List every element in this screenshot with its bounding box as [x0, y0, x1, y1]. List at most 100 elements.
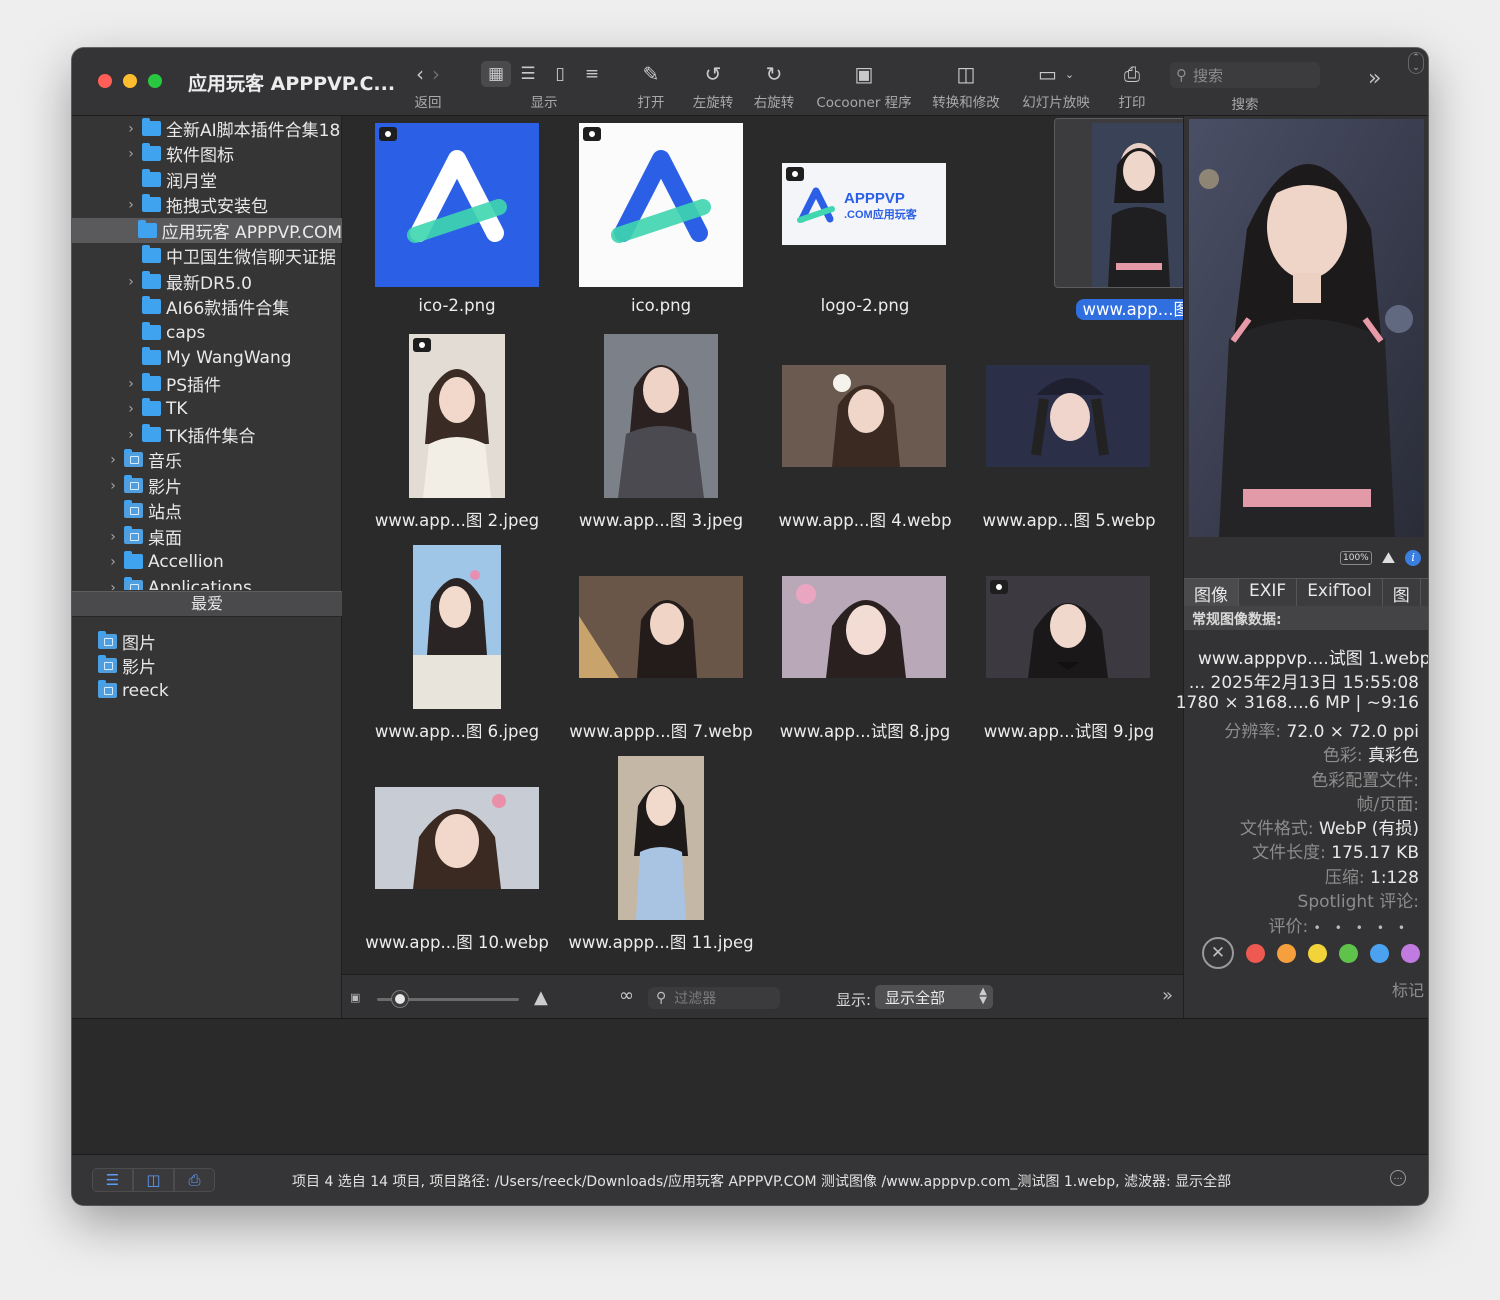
thumbnail-item[interactable]: APPPVP .COM应用玩客 logo-2.png: [750, 116, 950, 327]
label-yellow[interactable]: [1308, 943, 1327, 963]
toolbar-toggle-icon[interactable]: ⌃ ⌄: [1408, 52, 1424, 74]
tree-item[interactable]: › PS插件: [72, 371, 342, 396]
thumbnail-item[interactable]: www.app...试图 8.jpg: [750, 538, 950, 749]
tree-item[interactable]: 站点: [72, 498, 342, 523]
tree-item[interactable]: › Applications: [72, 575, 342, 590]
filter-input[interactable]: ⚲ 过滤器: [648, 987, 780, 1009]
tree-item[interactable]: 润月堂: [72, 167, 342, 192]
tree-item[interactable]: › Accellion: [72, 549, 342, 574]
label-orange[interactable]: [1277, 943, 1296, 963]
info-field-spotlight[interactable]: Spotlight 评论:: [1298, 887, 1419, 912]
disclosure-icon[interactable]: ›: [124, 427, 138, 443]
thumbnail-item[interactable]: www.app...试图 9.jpg: [954, 538, 1154, 749]
grid-view-icon[interactable]: ▦: [481, 61, 511, 87]
bottom-bar-overflow-icon[interactable]: »: [1162, 985, 1173, 1006]
disclosure-icon[interactable]: ›: [124, 401, 138, 417]
thumbnail-item[interactable]: ico-2.png: [342, 116, 542, 327]
tab-more[interactable]: 图: [1383, 579, 1421, 606]
tree-item[interactable]: › 全新AI脚本插件合集18: [72, 116, 342, 141]
thumbnail-item-selected[interactable]: www.app...图 1.webp: [954, 116, 1262, 327]
status-more-icon[interactable]: …: [1390, 1170, 1406, 1186]
tree-item[interactable]: › 软件图标: [72, 141, 342, 166]
disclosure-icon[interactable]: ›: [106, 452, 120, 468]
thumbnail-item[interactable]: ico.png: [546, 116, 746, 327]
label-blue[interactable]: [1370, 943, 1389, 963]
favorite-item-home[interactable]: reeck: [72, 678, 342, 703]
close-window-button[interactable]: [98, 74, 112, 88]
status-text: 项目 4 选自 14 项目, 项目路径: /Users/reeck/Downlo…: [292, 1174, 1232, 1190]
tree-item-selected[interactable]: 应用玩客 APPPVP.COM: [72, 218, 342, 243]
histogram-icon[interactable]: ⛰: [1382, 548, 1395, 568]
clear-label-icon[interactable]: ✕: [1202, 937, 1234, 969]
favorite-item-pictures[interactable]: 图片: [72, 629, 342, 654]
list-layout-icon[interactable]: ☰: [92, 1168, 133, 1192]
tree-item[interactable]: › 影片: [72, 473, 342, 498]
tree-item[interactable]: caps: [72, 320, 342, 345]
thumbnail-item[interactable]: www.app...图 4.webp: [750, 327, 952, 538]
sidebar-layout-icon[interactable]: ◫: [133, 1168, 174, 1192]
thumbnail-item[interactable]: www.app...图 2.jpeg: [342, 327, 542, 538]
label-purple[interactable]: [1401, 943, 1420, 963]
disclosure-icon[interactable]: ›: [124, 376, 138, 392]
info-icon[interactable]: i: [1405, 550, 1422, 566]
detail-view-icon[interactable]: ≡: [577, 61, 607, 87]
toolbar-overflow-icon[interactable]: »: [1368, 66, 1381, 91]
tree-item-label: 桌面: [148, 529, 182, 549]
disclosure-icon[interactable]: ›: [106, 554, 120, 570]
large-thumbnail-icon[interactable]: ▲: [534, 987, 548, 1008]
label-red[interactable]: [1246, 943, 1265, 963]
label-green[interactable]: [1339, 943, 1358, 963]
minimize-window-button[interactable]: [123, 74, 137, 88]
search-input[interactable]: ⚲ 搜索: [1170, 62, 1320, 88]
rating-row[interactable]: 评价: •••••: [1268, 912, 1419, 937]
show-filter-select[interactable]: 显示全部 ▲ ▼: [875, 985, 993, 1009]
favorites-header[interactable]: 最爱: [72, 591, 342, 617]
disclosure-icon[interactable]: ›: [106, 529, 120, 545]
print-button[interactable]: ⎙ 打印: [1112, 60, 1152, 111]
tree-item[interactable]: › 拖拽式安装包: [72, 192, 342, 217]
thumbnail-size-slider-thumb[interactable]: [392, 991, 408, 1007]
filmstrip-view-icon[interactable]: ▯: [545, 61, 575, 87]
tab-image[interactable]: 图像: [1184, 579, 1239, 606]
open-button[interactable]: ✎ 打开: [628, 60, 674, 111]
tree-item[interactable]: My WangWang: [72, 345, 342, 370]
tree-item[interactable]: › TK: [72, 396, 342, 421]
tree-item[interactable]: › 桌面: [72, 524, 342, 549]
disclosure-icon[interactable]: ›: [106, 478, 120, 494]
thumbnail-item[interactable]: www.app...图 6.jpeg: [342, 538, 542, 749]
disclosure-icon[interactable]: ›: [124, 146, 138, 162]
cocooner-button[interactable]: ▣ Cocooner 程序: [812, 60, 916, 111]
rotate-right-button[interactable]: ↻ 右旋转: [749, 60, 799, 111]
list-view-icon[interactable]: ☰: [513, 61, 543, 87]
favorite-item-movies[interactable]: 影片: [72, 653, 342, 678]
thumbnail-item[interactable]: www.app...图 10.webp: [342, 749, 549, 960]
back-chevron-icon[interactable]: ‹: [416, 62, 424, 86]
zoom-window-button[interactable]: [148, 74, 162, 88]
disclosure-icon[interactable]: ›: [106, 580, 120, 591]
zoom-100-icon[interactable]: 100%: [1340, 551, 1372, 565]
thumbnail-item[interactable]: www.app...图 3.jpeg: [546, 327, 746, 538]
tray-layout-icon[interactable]: ⎙: [174, 1168, 215, 1192]
thumbnail-item[interactable]: www.appp...图 11.jpeg: [546, 749, 754, 960]
tab-exiftool[interactable]: ExifTool: [1297, 579, 1383, 606]
tree-item[interactable]: › TK插件集合: [72, 422, 342, 447]
disclosure-icon[interactable]: ›: [124, 121, 138, 137]
tree-item[interactable]: AI66款插件合集: [72, 294, 342, 319]
tree-item[interactable]: 中卫国生微信聊天证据: [72, 243, 342, 268]
rotate-left-button[interactable]: ↺ 左旋转: [688, 60, 738, 111]
disclosure-icon[interactable]: ›: [124, 197, 138, 213]
folder-icon: [142, 296, 161, 314]
small-thumbnail-icon[interactable]: ▣: [350, 991, 360, 1004]
thumbnail-item[interactable]: www.appp...图 7.webp: [546, 538, 753, 749]
tree-item[interactable]: › 音乐: [72, 447, 342, 472]
forward-chevron-icon[interactable]: ›: [432, 62, 440, 86]
disclosure-icon[interactable]: ›: [124, 274, 138, 290]
glasses-icon[interactable]: ∞: [619, 985, 634, 1006]
convert-button[interactable]: ◫ 转换和修改: [928, 60, 1004, 111]
thumbnail-item[interactable]: www.app...图 5.webp: [954, 327, 1156, 538]
slideshow-button[interactable]: ▭ ⌄ 幻灯片放映: [1018, 60, 1094, 111]
tree-item[interactable]: › 最新DR5.0: [72, 269, 342, 294]
folder-icon: [137, 220, 157, 238]
tab-exif[interactable]: EXIF: [1239, 579, 1298, 606]
rating-dots-icon[interactable]: •••••: [1314, 921, 1419, 935]
